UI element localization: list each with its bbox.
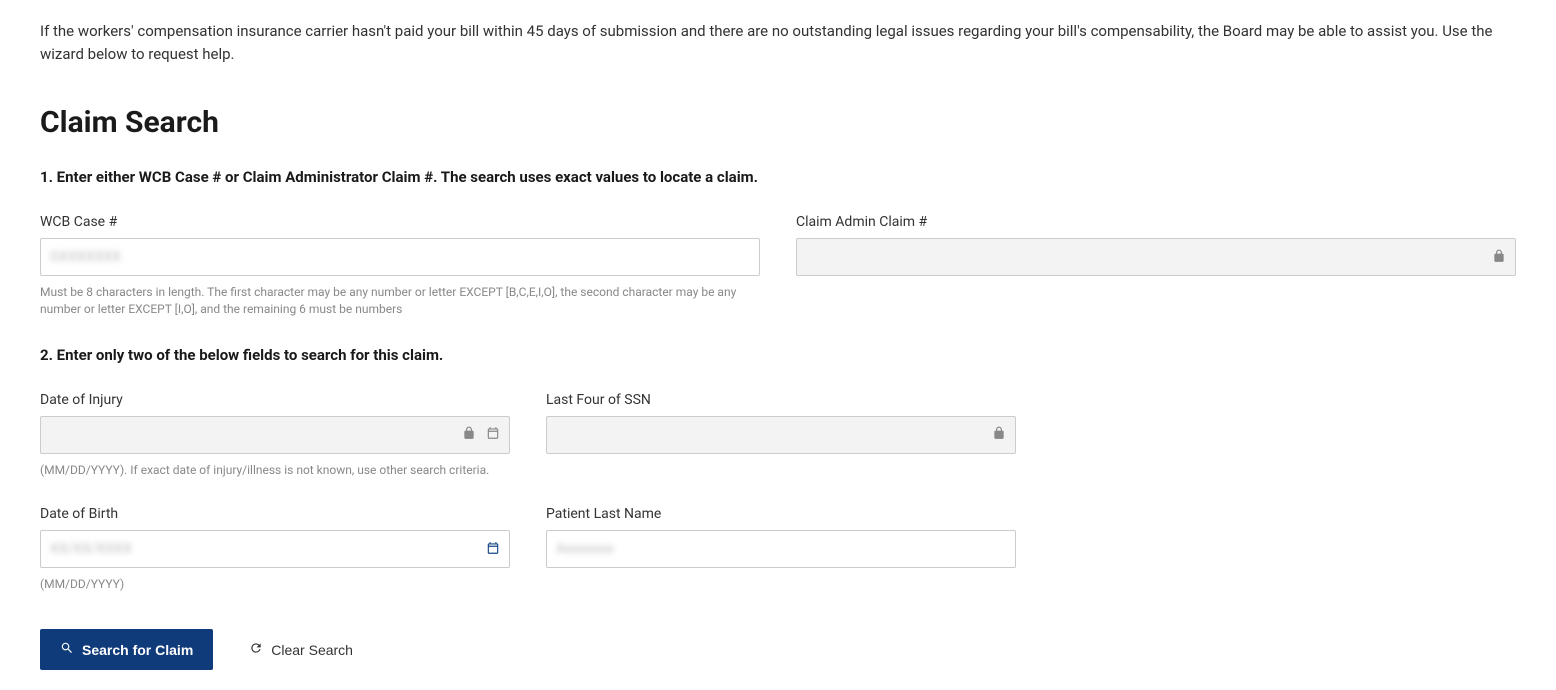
- intro-text: If the workers' compensation insurance c…: [40, 20, 1516, 65]
- search-button[interactable]: Search for Claim: [40, 629, 213, 670]
- form-row-1: WCB Case # GXXXXXXX Must be 8 characters…: [40, 214, 1516, 318]
- last-name-input-wrapper: Axxxxxxx: [546, 530, 1016, 568]
- ssn-input-wrapper: [546, 416, 1016, 454]
- form-row-3: Date of Birth XX/XX/XXXX (MM/DD/YYYY) Pa…: [40, 506, 1516, 593]
- last-name-label: Patient Last Name: [546, 506, 1016, 522]
- dob-input-wrapper: XX/XX/XXXX: [40, 530, 510, 568]
- wcb-case-group: WCB Case # GXXXXXXX Must be 8 characters…: [40, 214, 760, 318]
- date-injury-label: Date of Injury: [40, 392, 510, 408]
- ssn-group: Last Four of SSN: [546, 392, 1016, 479]
- last-name-input[interactable]: [546, 530, 1016, 568]
- form-row-2: Date of Injury (MM/DD/YYYY). If exact da…: [40, 392, 1516, 479]
- wcb-case-input[interactable]: [40, 238, 760, 276]
- claim-admin-group: Claim Admin Claim #: [796, 214, 1516, 318]
- search-icon: [60, 641, 74, 658]
- instruction-step-2: 2. Enter only two of the below fields to…: [40, 346, 1516, 364]
- last-name-group: Patient Last Name Axxxxxxx: [546, 506, 1016, 593]
- clear-button-label: Clear Search: [271, 642, 353, 658]
- dob-help: (MM/DD/YYYY): [40, 576, 510, 593]
- wcb-case-help: Must be 8 characters in length. The firs…: [40, 284, 740, 318]
- clear-button[interactable]: Clear Search: [249, 641, 353, 658]
- instruction-step-1: 1. Enter either WCB Case # or Claim Admi…: [40, 168, 1516, 186]
- claim-admin-label: Claim Admin Claim #: [796, 214, 1516, 230]
- date-injury-help: (MM/DD/YYYY). If exact date of injury/il…: [40, 462, 510, 479]
- calendar-icon[interactable]: [486, 541, 500, 558]
- page-title: Claim Search: [40, 105, 1516, 140]
- dob-input[interactable]: [40, 530, 510, 568]
- wcb-case-label: WCB Case #: [40, 214, 760, 230]
- date-injury-input: [40, 416, 510, 454]
- date-injury-input-wrapper: [40, 416, 510, 454]
- claim-admin-input: [796, 238, 1516, 276]
- button-row: Search for Claim Clear Search: [40, 629, 1516, 670]
- ssn-input: [546, 416, 1016, 454]
- refresh-icon: [249, 641, 263, 658]
- ssn-label: Last Four of SSN: [546, 392, 1016, 408]
- search-button-label: Search for Claim: [82, 642, 193, 658]
- wcb-case-input-wrapper: GXXXXXXX: [40, 238, 760, 276]
- claim-admin-input-wrapper: [796, 238, 1516, 276]
- dob-group: Date of Birth XX/XX/XXXX (MM/DD/YYYY): [40, 506, 510, 593]
- dob-label: Date of Birth: [40, 506, 510, 522]
- date-injury-group: Date of Injury (MM/DD/YYYY). If exact da…: [40, 392, 510, 479]
